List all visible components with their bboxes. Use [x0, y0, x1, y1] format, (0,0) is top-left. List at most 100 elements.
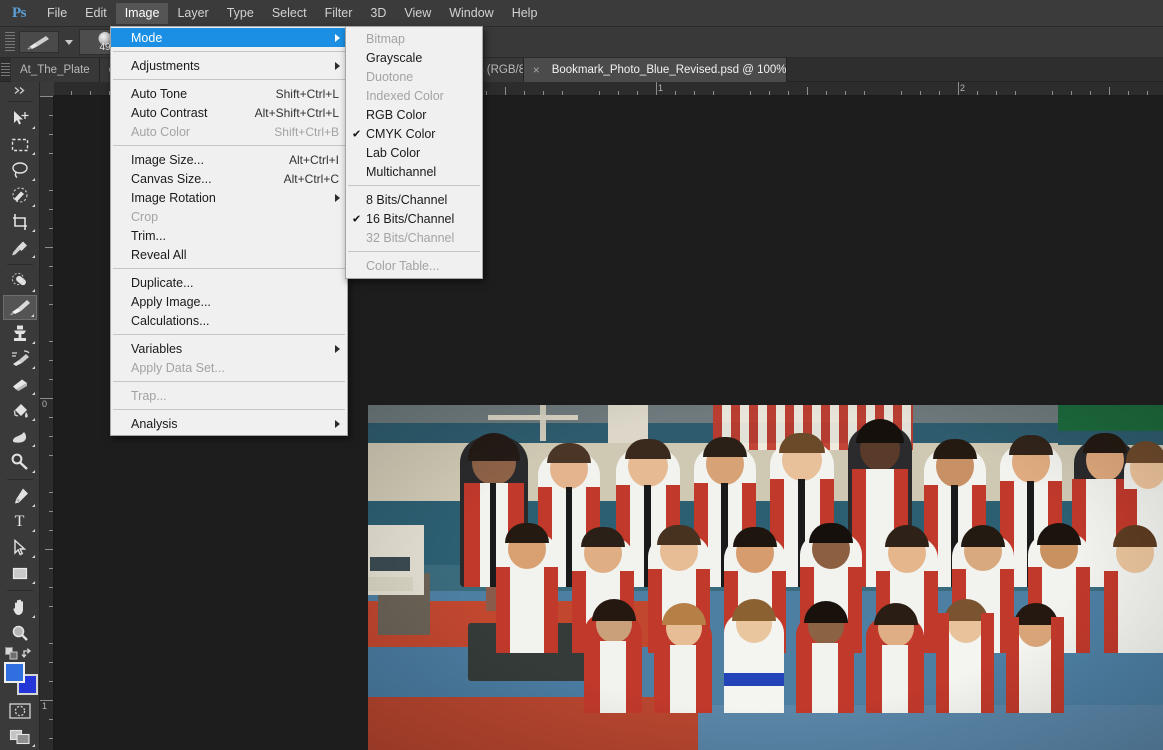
ruler-tick [996, 91, 997, 95]
options-bar-grip[interactable] [5, 32, 15, 52]
tool-spot-healing-brush[interactable] [3, 269, 37, 294]
menu-select[interactable]: Select [263, 3, 316, 24]
menu-item-cmyk-color[interactable]: ✔ CMYK Color [346, 124, 482, 143]
menu-item-label: RGB Color [366, 107, 427, 122]
tool-quick-selection[interactable] [3, 184, 37, 209]
ruler-corner[interactable] [40, 82, 54, 96]
swap-colors-icon[interactable] [20, 647, 35, 660]
ruler-tick [49, 455, 53, 456]
document-image[interactable] [368, 405, 1163, 750]
rectangle-tool-icon [12, 567, 27, 579]
menu-layer[interactable]: Layer [168, 3, 217, 24]
tool-eraser[interactable] [3, 372, 37, 397]
ruler-tick [49, 719, 53, 720]
menu-item-mode[interactable]: Mode [111, 28, 347, 47]
brush-tool-icon [9, 300, 30, 316]
image-menu-dropdown[interactable]: Mode Adjustments Auto Tone Shift+Ctrl+L Auto… [110, 26, 348, 436]
tool-pen[interactable] [3, 484, 37, 509]
menu-item-8-bits-channel[interactable]: 8 Bits/Channel [346, 190, 482, 209]
tab-bar-grip[interactable] [0, 58, 11, 82]
menu-image[interactable]: Image [115, 2, 169, 24]
ruler-label: 1 [42, 701, 48, 711]
menu-item-canvas-size[interactable]: Canvas Size... Alt+Ctrl+C [111, 169, 347, 188]
ruler-tick [1090, 91, 1091, 95]
ruler-tick [49, 209, 53, 210]
menu-item-auto-tone[interactable]: Auto Tone Shift+Ctrl+L [111, 84, 347, 103]
menu-filter[interactable]: Filter [316, 3, 362, 24]
document-tab[interactable]: At_The_Plate [11, 58, 100, 82]
submenu-arrow-icon [335, 61, 340, 70]
menu-item-analysis[interactable]: Analysis [111, 414, 347, 433]
double-chevron-right-icon [14, 87, 25, 95]
ruler-tick [1109, 87, 1110, 95]
menu-item-apply-image[interactable]: Apply Image... [111, 292, 347, 311]
menu-item-calculations[interactable]: Calculations... [111, 311, 347, 330]
menu-help[interactable]: Help [503, 3, 547, 24]
tool-gradient[interactable] [3, 398, 37, 423]
panel-collapse-button[interactable] [3, 84, 37, 97]
tool-eyedropper[interactable] [3, 235, 37, 260]
menu-item-label: Variables [131, 341, 183, 356]
menu-file[interactable]: File [38, 3, 76, 24]
menu-item-trim[interactable]: Trim... [111, 226, 347, 245]
tool-hand[interactable] [3, 595, 37, 620]
menu-item-multichannel[interactable]: Multichannel [346, 162, 482, 181]
menu-item-image-rotation[interactable]: Image Rotation [111, 188, 347, 207]
tool-clone-stamp[interactable] [3, 321, 37, 346]
eyedropper-tool-icon [11, 241, 27, 256]
tool-history-brush[interactable] [3, 347, 37, 372]
tool-path-selection[interactable] [3, 535, 37, 560]
tool-dodge[interactable] [3, 450, 37, 475]
quick-mask-button[interactable] [3, 698, 37, 723]
default-colors-icon[interactable] [4, 646, 19, 660]
tool-rectangular-marquee[interactable] [3, 132, 37, 157]
menu-item-label: Trap... [131, 388, 167, 403]
ruler-tick [1071, 91, 1072, 95]
menu-item-rgb-color[interactable]: RGB Color [346, 105, 482, 124]
tool-divider-2 [6, 478, 33, 480]
foreground-color-swatch[interactable] [3, 661, 25, 683]
photoshop-window: Ps File Edit Image Layer Type Select Filter 3D V… [0, 0, 1163, 750]
document-tab[interactable]: × Bookmark_Photo_Blue_Revised.psd @ 100% … [523, 58, 787, 82]
ruler-label: 1 [658, 83, 664, 93]
ruler-label: 0 [42, 399, 48, 409]
menu-item-grayscale[interactable]: Grayscale [346, 48, 482, 67]
menu-item-lab-color[interactable]: Lab Color [346, 143, 482, 162]
tool-lasso[interactable] [3, 158, 37, 183]
menu-item-duplicate[interactable]: Duplicate... [111, 273, 347, 292]
menu-item-reveal-all[interactable]: Reveal All [111, 245, 347, 264]
tool-brush[interactable] [2, 294, 37, 320]
tool-crop[interactable] [3, 210, 37, 235]
menu-item-variables[interactable]: Variables [111, 339, 347, 358]
screen-mode-button[interactable] [3, 724, 37, 749]
menu-item-label: Analysis [131, 416, 178, 431]
ruler-tick [49, 115, 53, 116]
ruler-tick [807, 87, 808, 95]
mode-submenu-dropdown[interactable]: Bitmap Grayscale Duotone Indexed Color RGB C… [345, 26, 483, 279]
menu-item-16-bits-channel[interactable]: ✔ 16 Bits/Channel [346, 209, 482, 228]
ruler-tick [49, 568, 53, 569]
menu-view[interactable]: View [395, 3, 440, 24]
brush-preset-picker[interactable] [19, 31, 59, 53]
menu-edit[interactable]: Edit [76, 3, 116, 24]
tool-blur[interactable] [3, 424, 37, 449]
vertical-ruler[interactable]: 01 [40, 96, 54, 750]
ruler-tick [864, 91, 865, 95]
menu-item-label: CMYK Color [366, 126, 436, 141]
menu-window[interactable]: Window [440, 3, 502, 24]
tool-move[interactable] [3, 106, 37, 131]
menu-item-image-size[interactable]: Image Size... Alt+Ctrl+I [111, 150, 347, 169]
menu-item-label: Auto Tone [131, 86, 188, 101]
lasso-tool-icon [11, 162, 28, 179]
menu-item-adjustments[interactable]: Adjustments [111, 56, 347, 75]
menu-item-label: Adjustments [131, 58, 200, 73]
tool-zoom[interactable] [3, 621, 37, 646]
close-icon[interactable]: × [533, 63, 540, 77]
tool-horizontal-type[interactable]: T [3, 510, 37, 535]
menu-item-auto-contrast[interactable]: Auto Contrast Alt+Shift+Ctrl+L [111, 103, 347, 122]
tool-rectangle[interactable] [3, 561, 37, 586]
brush-preset-chevron-down-icon[interactable] [65, 39, 73, 45]
menu-3d[interactable]: 3D [361, 3, 395, 24]
menu-type[interactable]: Type [218, 3, 263, 24]
ruler-tick [49, 285, 53, 286]
